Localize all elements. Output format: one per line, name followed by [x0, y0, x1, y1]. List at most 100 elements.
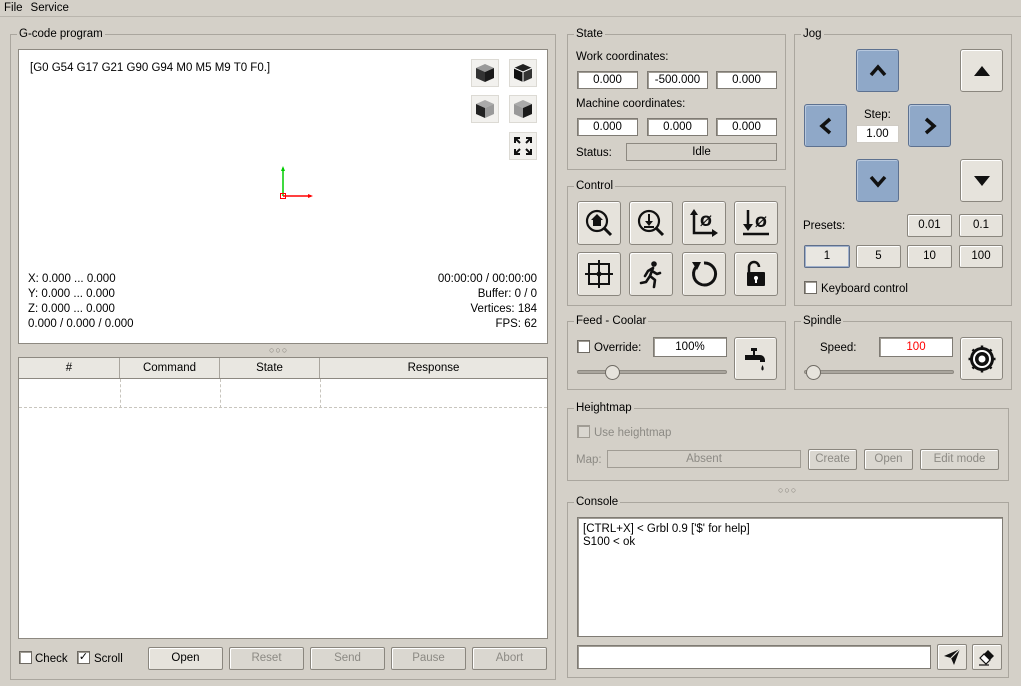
console-line: S100 < ok — [583, 536, 636, 548]
svg-text:Ø: Ø — [700, 214, 712, 230]
send-icon — [944, 648, 961, 665]
heightmap-create-button[interactable]: Create — [808, 449, 857, 470]
heightmap-edit-button[interactable]: Edit mode — [920, 449, 999, 470]
column-header-command[interactable]: Command — [120, 358, 220, 378]
console-input[interactable] — [577, 645, 931, 669]
home-search-icon — [585, 209, 613, 237]
fit-view-button[interactable] — [509, 132, 537, 160]
buffer-text: Buffer: 0 / 0 — [477, 288, 537, 300]
chevron-left-icon — [818, 117, 831, 134]
console-title: Console — [574, 495, 621, 509]
preset-1-button[interactable]: 1 — [804, 245, 850, 268]
spindle-slider-knob[interactable] — [806, 365, 821, 380]
gcode-table[interactable]: # Command State Response — [18, 357, 548, 639]
work-z-field[interactable]: 0.000 — [716, 71, 777, 89]
feed-coolant-title: Feed - Coolar — [574, 314, 649, 328]
coolant-button[interactable] — [734, 337, 777, 380]
check-checkbox[interactable] — [19, 651, 32, 664]
zero-z-button[interactable]: Ø — [734, 201, 778, 245]
preset-10-button[interactable]: 10 — [907, 245, 952, 268]
home-button[interactable] — [577, 201, 621, 245]
cube-top-icon — [476, 64, 494, 82]
table-row[interactable] — [19, 379, 547, 408]
chevron-up-icon — [869, 63, 886, 76]
reset-button[interactable]: Reset — [229, 647, 304, 670]
heightmap-open-button[interactable]: Open — [864, 449, 913, 470]
heightmap-title: Heightmap — [574, 401, 634, 415]
view-front-button[interactable] — [509, 59, 537, 87]
scroll-checkbox[interactable]: ✓ — [77, 651, 90, 664]
probe-search-icon — [637, 209, 665, 237]
machine-x-field[interactable]: 0.000 — [577, 118, 638, 136]
jog-x-plus-button[interactable] — [908, 104, 951, 147]
console-output[interactable]: [CTRL+X] < Grbl 0.9 ['$' for help] S100 … — [577, 517, 1003, 637]
menu-service[interactable]: Service — [27, 0, 73, 16]
spindle-gear-icon — [968, 345, 995, 372]
unlock-button[interactable] — [734, 252, 778, 296]
keyboard-control-checkbox[interactable] — [804, 281, 817, 294]
work-x-field[interactable]: 0.000 — [577, 71, 638, 89]
machine-y-field[interactable]: 0.000 — [647, 118, 708, 136]
work-y-field[interactable]: -500.000 — [647, 71, 708, 89]
machine-z-field[interactable]: 0.000 — [716, 118, 777, 136]
chevron-down-icon — [869, 175, 886, 188]
console-send-button[interactable] — [937, 644, 967, 670]
use-heightmap-checkbox[interactable] — [577, 425, 590, 438]
spindle-slider-track[interactable] — [804, 370, 954, 374]
jog-title: Jog — [801, 27, 824, 41]
jog-x-minus-button[interactable] — [804, 104, 847, 147]
column-header-state[interactable]: State — [220, 358, 320, 378]
feed-slider-track[interactable] — [577, 370, 727, 374]
console-clear-button[interactable] — [972, 644, 1002, 670]
gcode-3d-view[interactable]: [G0 G54 G17 G21 G90 G94 M0 M5 M9 T0 F0.]… — [18, 49, 548, 344]
spindle-title: Spindle — [801, 314, 844, 328]
open-file-button[interactable]: Open — [148, 647, 223, 670]
preset-100-button[interactable]: 100 — [959, 245, 1003, 268]
triangle-up-icon — [973, 65, 990, 76]
probe-z-button[interactable] — [629, 201, 673, 245]
zero-xy-button[interactable]: Ø — [682, 201, 726, 245]
soft-reset-button[interactable] — [682, 252, 726, 296]
jog-z-minus-button[interactable] — [960, 159, 1003, 202]
map-field: Absent — [607, 450, 801, 468]
jog-y-minus-button[interactable] — [856, 159, 899, 202]
x-range-text: X: 0.000 ... 0.000 — [28, 273, 116, 285]
speed-field[interactable]: 100 — [879, 337, 953, 357]
restore-origin-button[interactable] — [577, 252, 621, 296]
preset-01-button[interactable]: 0.1 — [959, 214, 1003, 237]
spindle-toggle-button[interactable] — [960, 337, 1003, 380]
running-man-icon — [639, 261, 662, 289]
override-field[interactable]: 100% — [653, 337, 727, 357]
abort-button[interactable]: Abort — [472, 647, 547, 670]
expand-icon — [514, 137, 532, 155]
safe-position-button[interactable] — [629, 252, 673, 296]
fps-text: FPS: 62 — [495, 318, 537, 330]
column-header-number[interactable]: # — [19, 358, 120, 378]
view-top-button[interactable] — [471, 59, 499, 87]
override-label: Override: — [594, 342, 642, 354]
step-field[interactable]: 1.00 — [856, 125, 899, 143]
splitter-handle-right[interactable]: ○○○ — [778, 486, 797, 495]
view-left-button[interactable] — [471, 95, 499, 123]
menu-bar: File Service — [0, 0, 1021, 17]
view-iso-button[interactable] — [509, 95, 537, 123]
unlock-icon — [747, 260, 765, 286]
preset-001-button[interactable]: 0.01 — [907, 214, 952, 237]
zero-z-icon: Ø — [743, 210, 769, 236]
jog-z-plus-button[interactable] — [960, 49, 1003, 92]
send-button[interactable]: Send — [310, 647, 385, 670]
jog-y-plus-button[interactable] — [856, 49, 899, 92]
preset-5-button[interactable]: 5 — [856, 245, 901, 268]
console-line: [CTRL+X] < Grbl 0.9 ['$' for help] — [583, 523, 750, 535]
override-checkbox[interactable] — [577, 340, 590, 353]
keyboard-control-label: Keyboard control — [821, 283, 908, 295]
column-header-response[interactable]: Response — [320, 358, 547, 378]
z-range-text: Z: 0.000 ... 0.000 — [28, 303, 115, 315]
faucet-icon — [744, 347, 765, 370]
feed-slider-knob[interactable] — [605, 365, 620, 380]
menu-file[interactable]: File — [0, 0, 27, 16]
pause-button[interactable]: Pause — [391, 647, 466, 670]
position-text: 0.000 / 0.000 / 0.000 — [28, 318, 134, 330]
heightmap-group: Heightmap — [567, 401, 1009, 481]
splitter-handle[interactable]: ○○○ — [269, 346, 288, 355]
